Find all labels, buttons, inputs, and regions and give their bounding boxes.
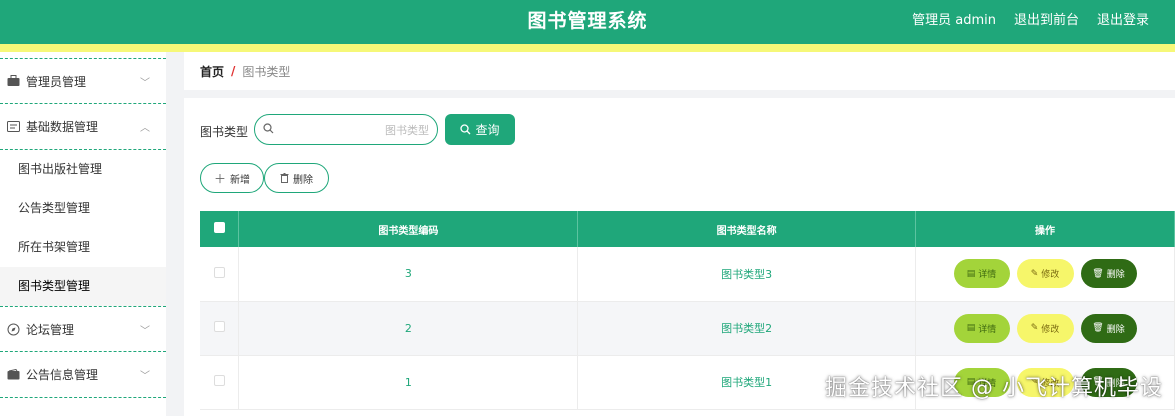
accent-bar — [0, 44, 1175, 52]
sidebar-item-book-type[interactable]: 图书类型管理 — [0, 267, 166, 306]
select-all-cell — [200, 211, 240, 247]
breadcrumb: 首页 / 图书类型 — [184, 52, 1175, 90]
delete-button-label: 删除 — [293, 174, 313, 186]
sidebar-group-label: 基础数据管理 — [26, 120, 99, 134]
row-checkbox[interactable] — [213, 266, 225, 278]
sidebar-group-label: 论坛管理 — [26, 322, 75, 337]
edit-button[interactable]: ✎ 修改 — [1016, 313, 1074, 343]
cell-code: 2 — [238, 301, 579, 356]
cell-code: 1 — [238, 355, 579, 410]
chevron-down-icon: ﹀ — [140, 326, 150, 337]
delete-label: 删除 — [1106, 324, 1125, 335]
logout-link[interactable]: 退出登录 — [1097, 9, 1149, 28]
sidebar-item-publisher[interactable]: 图书出版社管理 — [0, 150, 166, 189]
chevron-up-icon: ︿ — [140, 123, 150, 134]
sidebar-group-label: 公告信息管理 — [26, 368, 99, 382]
cell-name: 图书类型3 — [577, 247, 917, 302]
briefcase-icon — [6, 74, 20, 88]
delete-button[interactable]: 🗑︎ 删除 — [1080, 313, 1137, 343]
add-button[interactable]: ＋ 新增 — [200, 163, 264, 193]
delete-button[interactable]: 🗑︎ 删除 — [1080, 259, 1137, 289]
pencil-icon: ✎ — [1030, 323, 1039, 333]
plus-icon: ＋ — [213, 171, 226, 186]
top-header: 图书管理系统 管理员 admin 退出到前台 退出登录 — [0, 0, 1175, 44]
breadcrumb-current: 图书类型 — [242, 64, 291, 79]
sidebar-group-notice[interactable]: 公告信息管理 ﹀ — [0, 352, 166, 398]
sidebar: 管理员管理 ﹀ 基础数据管理 ︿ 图书出版社管理 公告类型管理 所在书架管理 图… — [0, 52, 166, 416]
breadcrumb-home[interactable]: 首页 — [200, 63, 224, 80]
row-checkbox-cell — [200, 355, 240, 410]
compass-icon — [6, 322, 20, 336]
chevron-down-icon: ﹀ — [140, 371, 150, 382]
pencil-icon: ✎ — [1030, 268, 1039, 279]
table-row: 2 图书类型2 ▤ 详情 ✎ 修改 🗑︎ 删除 — [200, 301, 1175, 356]
trash-icon — [280, 173, 289, 183]
query-button-label: 查询 — [475, 123, 500, 137]
detail-label: 详情 — [978, 324, 997, 335]
card-icon — [6, 120, 20, 134]
table-header-row: 图书类型编码 图书类型名称 操作 — [200, 211, 1175, 247]
query-button[interactable]: 查询 — [445, 114, 515, 145]
edit-label: 修改 — [1041, 270, 1060, 281]
detail-button[interactable]: ▤ 详情 — [953, 313, 1010, 343]
sidebar-group-basic-data[interactable]: 基础数据管理 ︿ — [0, 104, 166, 150]
edit-label: 修改 — [1041, 324, 1060, 335]
breadcrumb-separator: / — [231, 64, 236, 78]
trash-icon: 🗑︎ — [1092, 323, 1104, 333]
select-all-checkbox[interactable] — [213, 222, 225, 233]
edit-button[interactable]: ✎ 修改 — [1016, 259, 1074, 289]
watermark: 掘金技术社区 @ 小飞计算机毕设 — [825, 376, 1163, 401]
search-icon — [460, 124, 471, 135]
sidebar-item-bookshelf[interactable]: 所在书架管理 — [0, 228, 166, 267]
detail-button[interactable]: ▤ 详情 — [953, 259, 1010, 289]
sidebar-item-notice-type[interactable]: 公告类型管理 — [0, 189, 166, 228]
search-field[interactable] — [254, 114, 438, 145]
add-button-label: 新增 — [230, 174, 250, 186]
wallet-icon — [6, 368, 20, 382]
search-label: 图书类型 — [200, 125, 249, 139]
admin-label: 管理员 admin — [912, 13, 996, 28]
row-checkbox[interactable] — [213, 375, 225, 386]
chevron-down-icon: ﹀ — [140, 78, 150, 89]
sidebar-group-forum[interactable]: 论坛管理 ﹀ — [0, 306, 166, 352]
document-icon: ▤ — [966, 323, 976, 333]
row-checkbox[interactable] — [213, 321, 225, 332]
table-row: 3 图书类型3 ▤ 详情 ✎ 修改 🗑︎ 删除 — [200, 247, 1175, 302]
cell-actions: ▤ 详情 ✎ 修改 🗑︎ 删除 — [915, 247, 1175, 302]
header-actions: 管理员 admin 退出到前台 退出登录 — [912, 9, 1149, 28]
trash-icon: 🗑︎ — [1092, 268, 1104, 279]
search-icon — [263, 123, 274, 134]
cell-code: 3 — [238, 247, 579, 302]
batch-delete-button[interactable]: 删除 — [264, 163, 329, 193]
document-icon: ▤ — [966, 268, 976, 279]
detail-label: 详情 — [978, 270, 997, 281]
sidebar-group-label: 管理员管理 — [26, 74, 87, 89]
main-panel: 图书类型 查询 ＋ 新增 删除 图书类型编码 图书类型名称 操作 3 图书类型3 — [184, 98, 1175, 416]
cell-actions: ▤ 详情 ✎ 修改 🗑︎ 删除 — [915, 301, 1175, 356]
sidebar-group-admin[interactable]: 管理员管理 ﹀ — [0, 58, 166, 104]
row-checkbox-cell — [200, 301, 240, 356]
row-checkbox-cell — [200, 247, 240, 302]
cell-name: 图书类型2 — [577, 301, 917, 356]
column-header-code: 图书类型编码 — [238, 211, 579, 247]
exit-to-front-link[interactable]: 退出到前台 — [1014, 9, 1079, 28]
delete-label: 删除 — [1106, 270, 1125, 281]
search-input[interactable] — [281, 121, 429, 139]
column-header-actions: 操作 — [915, 211, 1175, 247]
column-header-name: 图书类型名称 — [577, 211, 917, 247]
